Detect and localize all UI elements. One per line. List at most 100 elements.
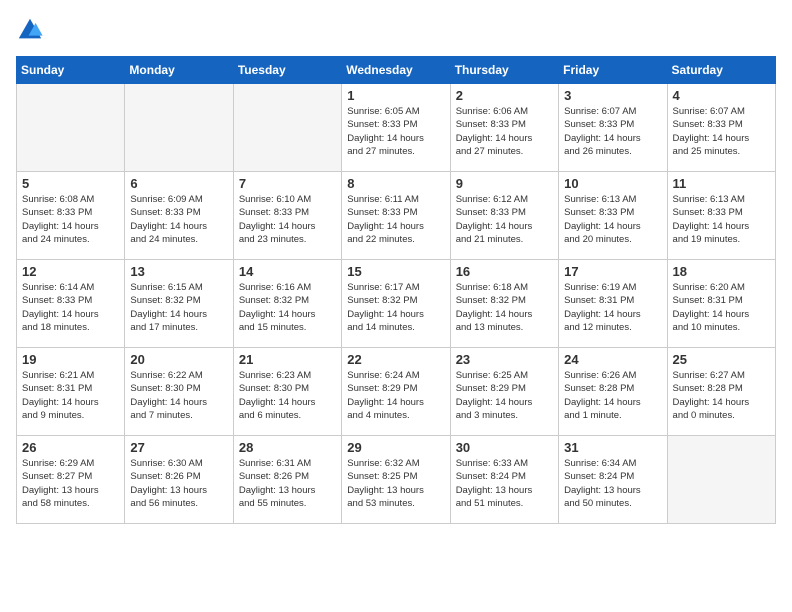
day-number: 27 [130, 440, 227, 455]
day-info: Sunrise: 6:22 AM Sunset: 8:30 PM Dayligh… [130, 369, 227, 422]
day-info: Sunrise: 6:27 AM Sunset: 8:28 PM Dayligh… [673, 369, 770, 422]
day-number: 4 [673, 88, 770, 103]
calendar-week-row: 19 Sunrise: 6:21 AM Sunset: 8:31 PM Dayli… [17, 348, 776, 436]
day-number: 21 [239, 352, 336, 367]
weekday-header: Monday [125, 57, 233, 84]
calendar-day-cell: 21 Sunrise: 6:23 AM Sunset: 8:30 PM Dayli… [233, 348, 341, 436]
day-number: 12 [22, 264, 119, 279]
day-info: Sunrise: 6:15 AM Sunset: 8:32 PM Dayligh… [130, 281, 227, 334]
day-number: 24 [564, 352, 661, 367]
calendar-week-row: 1Sunrise: 6:05 AM Sunset: 8:33 PM Daylig… [17, 84, 776, 172]
day-info: Sunrise: 6:12 AM Sunset: 8:33 PM Dayligh… [456, 193, 553, 246]
calendar-day-cell: 22Sunrise: 6:24 AM Sunset: 8:29 PM Dayli… [342, 348, 450, 436]
weekday-header: Thursday [450, 57, 558, 84]
day-number: 2 [456, 88, 553, 103]
day-number: 9 [456, 176, 553, 191]
logo [16, 16, 48, 44]
calendar-day-cell: 30 Sunrise: 6:33 AM Sunset: 8:24 PM Dayli… [450, 436, 558, 524]
calendar-day-cell: 5 Sunrise: 6:08 AM Sunset: 8:33 PM Daylig… [17, 172, 125, 260]
day-info: Sunrise: 6:07 AM Sunset: 8:33 PM Dayligh… [673, 105, 770, 158]
calendar-day-cell: 20 Sunrise: 6:22 AM Sunset: 8:30 PM Dayli… [125, 348, 233, 436]
day-number: 17 [564, 264, 661, 279]
calendar-day-cell: 25 Sunrise: 6:27 AM Sunset: 8:28 PM Dayli… [667, 348, 775, 436]
day-number: 13 [130, 264, 227, 279]
calendar-day-cell: 1Sunrise: 6:05 AM Sunset: 8:33 PM Daylig… [342, 84, 450, 172]
day-number: 10 [564, 176, 661, 191]
day-info: Sunrise: 6:09 AM Sunset: 8:33 PM Dayligh… [130, 193, 227, 246]
calendar-day-cell: 14 Sunrise: 6:16 AM Sunset: 8:32 PM Dayli… [233, 260, 341, 348]
calendar-day-cell: 26Sunrise: 6:29 AM Sunset: 8:27 PM Dayli… [17, 436, 125, 524]
day-number: 30 [456, 440, 553, 455]
weekday-header: Wednesday [342, 57, 450, 84]
calendar-day-cell: 2 Sunrise: 6:06 AM Sunset: 8:33 PM Daylig… [450, 84, 558, 172]
day-info: Sunrise: 6:32 AM Sunset: 8:25 PM Dayligh… [347, 457, 444, 510]
calendar-day-cell [667, 436, 775, 524]
day-number: 26 [22, 440, 119, 455]
day-number: 5 [22, 176, 119, 191]
day-info: Sunrise: 6:08 AM Sunset: 8:33 PM Dayligh… [22, 193, 119, 246]
day-number: 20 [130, 352, 227, 367]
day-info: Sunrise: 6:11 AM Sunset: 8:33 PM Dayligh… [347, 193, 444, 246]
weekday-header: Sunday [17, 57, 125, 84]
day-info: Sunrise: 6:13 AM Sunset: 8:33 PM Dayligh… [564, 193, 661, 246]
weekday-header-row: SundayMondayTuesdayWednesdayThursdayFrid… [17, 57, 776, 84]
day-info: Sunrise: 6:30 AM Sunset: 8:26 PM Dayligh… [130, 457, 227, 510]
calendar-week-row: 26Sunrise: 6:29 AM Sunset: 8:27 PM Dayli… [17, 436, 776, 524]
day-info: Sunrise: 6:20 AM Sunset: 8:31 PM Dayligh… [673, 281, 770, 334]
calendar-body: 1Sunrise: 6:05 AM Sunset: 8:33 PM Daylig… [17, 84, 776, 524]
weekday-header: Saturday [667, 57, 775, 84]
day-number: 11 [673, 176, 770, 191]
day-info: Sunrise: 6:13 AM Sunset: 8:33 PM Dayligh… [673, 193, 770, 246]
day-number: 15 [347, 264, 444, 279]
day-info: Sunrise: 6:18 AM Sunset: 8:32 PM Dayligh… [456, 281, 553, 334]
day-info: Sunrise: 6:05 AM Sunset: 8:33 PM Dayligh… [347, 105, 444, 158]
calendar-day-cell: 19 Sunrise: 6:21 AM Sunset: 8:31 PM Dayli… [17, 348, 125, 436]
day-info: Sunrise: 6:23 AM Sunset: 8:30 PM Dayligh… [239, 369, 336, 422]
page-header [16, 16, 776, 44]
day-number: 28 [239, 440, 336, 455]
day-number: 14 [239, 264, 336, 279]
day-info: Sunrise: 6:17 AM Sunset: 8:32 PM Dayligh… [347, 281, 444, 334]
calendar-day-cell: 17 Sunrise: 6:19 AM Sunset: 8:31 PM Dayli… [559, 260, 667, 348]
day-number: 18 [673, 264, 770, 279]
weekday-header: Tuesday [233, 57, 341, 84]
calendar-week-row: 12 Sunrise: 6:14 AM Sunset: 8:33 PM Dayli… [17, 260, 776, 348]
calendar-day-cell: 11 Sunrise: 6:13 AM Sunset: 8:33 PM Dayli… [667, 172, 775, 260]
day-info: Sunrise: 6:34 AM Sunset: 8:24 PM Dayligh… [564, 457, 661, 510]
calendar-day-cell [233, 84, 341, 172]
calendar-day-cell [125, 84, 233, 172]
calendar-day-cell: 12 Sunrise: 6:14 AM Sunset: 8:33 PM Dayli… [17, 260, 125, 348]
calendar-day-cell: 28 Sunrise: 6:31 AM Sunset: 8:26 PM Dayli… [233, 436, 341, 524]
day-number: 29 [347, 440, 444, 455]
calendar-day-cell: 10 Sunrise: 6:13 AM Sunset: 8:33 PM Dayli… [559, 172, 667, 260]
day-number: 7 [239, 176, 336, 191]
calendar-day-cell: 15 Sunrise: 6:17 AM Sunset: 8:32 PM Dayli… [342, 260, 450, 348]
day-info: Sunrise: 6:25 AM Sunset: 8:29 PM Dayligh… [456, 369, 553, 422]
day-info: Sunrise: 6:10 AM Sunset: 8:33 PM Dayligh… [239, 193, 336, 246]
calendar-day-cell: 18 Sunrise: 6:20 AM Sunset: 8:31 PM Dayli… [667, 260, 775, 348]
day-number: 19 [22, 352, 119, 367]
calendar-day-cell: 9 Sunrise: 6:12 AM Sunset: 8:33 PM Daylig… [450, 172, 558, 260]
day-number: 8 [347, 176, 444, 191]
calendar-day-cell [17, 84, 125, 172]
day-number: 3 [564, 88, 661, 103]
calendar-day-cell: 7 Sunrise: 6:10 AM Sunset: 8:33 PM Daylig… [233, 172, 341, 260]
calendar-day-cell: 16Sunrise: 6:18 AM Sunset: 8:32 PM Dayli… [450, 260, 558, 348]
day-info: Sunrise: 6:06 AM Sunset: 8:33 PM Dayligh… [456, 105, 553, 158]
logo-icon [16, 16, 44, 44]
day-info: Sunrise: 6:21 AM Sunset: 8:31 PM Dayligh… [22, 369, 119, 422]
day-info: Sunrise: 6:33 AM Sunset: 8:24 PM Dayligh… [456, 457, 553, 510]
calendar-day-cell: 24Sunrise: 6:26 AM Sunset: 8:28 PM Dayli… [559, 348, 667, 436]
day-info: Sunrise: 6:16 AM Sunset: 8:32 PM Dayligh… [239, 281, 336, 334]
day-info: Sunrise: 6:19 AM Sunset: 8:31 PM Dayligh… [564, 281, 661, 334]
day-info: Sunrise: 6:14 AM Sunset: 8:33 PM Dayligh… [22, 281, 119, 334]
day-number: 25 [673, 352, 770, 367]
day-info: Sunrise: 6:31 AM Sunset: 8:26 PM Dayligh… [239, 457, 336, 510]
calendar-day-cell: 31Sunrise: 6:34 AM Sunset: 8:24 PM Dayli… [559, 436, 667, 524]
day-info: Sunrise: 6:07 AM Sunset: 8:33 PM Dayligh… [564, 105, 661, 158]
calendar-day-cell: 23Sunrise: 6:25 AM Sunset: 8:29 PM Dayli… [450, 348, 558, 436]
calendar-day-cell: 3 Sunrise: 6:07 AM Sunset: 8:33 PM Daylig… [559, 84, 667, 172]
calendar-day-cell: 8 Sunrise: 6:11 AM Sunset: 8:33 PM Daylig… [342, 172, 450, 260]
calendar-day-cell: 4 Sunrise: 6:07 AM Sunset: 8:33 PM Daylig… [667, 84, 775, 172]
calendar-day-cell: 6Sunrise: 6:09 AM Sunset: 8:33 PM Daylig… [125, 172, 233, 260]
